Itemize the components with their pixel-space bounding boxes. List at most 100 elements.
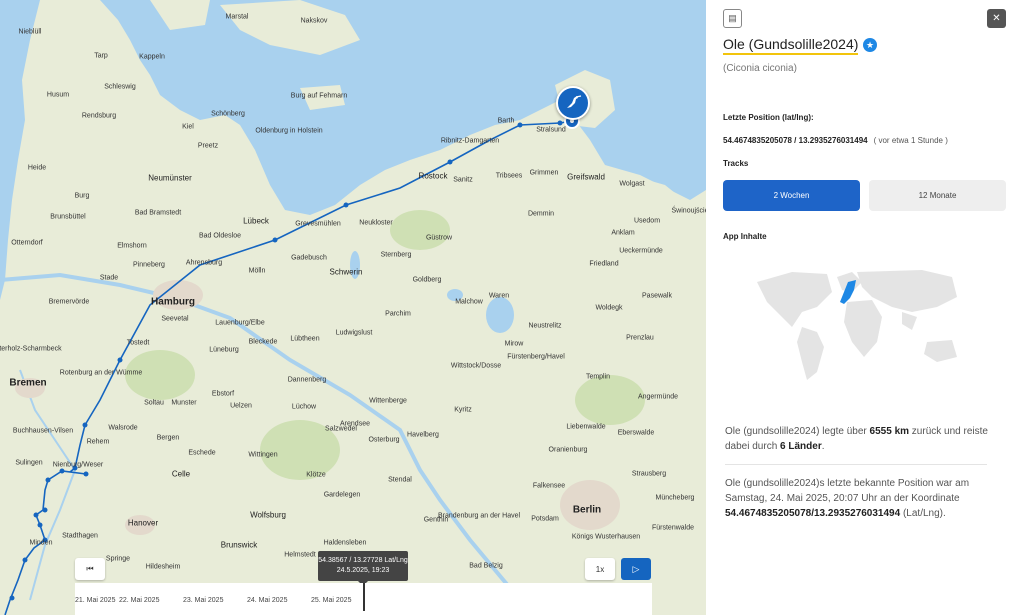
rewind-icon: ⏮ xyxy=(86,564,94,573)
city-label: Neumünster xyxy=(148,173,192,183)
timeline-date: 23. Mai 2025 xyxy=(183,597,224,604)
app-window: Nieblüll Tarp Kappeln Schleswig Husum Rendsbu… xyxy=(0,0,1024,615)
city-label: Müncheberg xyxy=(655,494,695,502)
city-label: Sternberg xyxy=(380,251,412,259)
city-label: Hanover xyxy=(127,518,159,528)
city-label: Preetz xyxy=(197,142,219,150)
city-label: Mölln xyxy=(248,267,266,275)
detail-panel: ▤ ✕ Ole (Gundsolille2024) ★ (Ciconia cic… xyxy=(706,0,1024,615)
city-label: Falkensee xyxy=(532,482,566,490)
scientific-name: (Ciconia ciconia) xyxy=(723,63,797,74)
city-label: Ahrensburg xyxy=(185,259,223,267)
city-label: Fürstenwalde xyxy=(651,524,695,532)
city-label: Rehem xyxy=(86,438,110,446)
forest-ueckermark xyxy=(575,375,645,425)
stork-marker[interactable] xyxy=(556,86,590,120)
city-label: Friedland xyxy=(589,260,619,268)
city-label: Pasewalk xyxy=(642,292,672,300)
city-label: Haldensleben xyxy=(323,539,367,547)
city-label: Buchhausen-Vilsen xyxy=(12,427,74,435)
tab-2-wochen[interactable]: 2 Wochen xyxy=(723,180,860,211)
city-label: Barth xyxy=(497,117,515,125)
city-label: Uelzen xyxy=(230,402,252,410)
city-label: Parchim xyxy=(385,310,411,318)
world-map xyxy=(757,270,957,380)
speed-button[interactable]: 1x xyxy=(585,558,615,580)
city-label: Tribsees xyxy=(495,172,523,180)
city-label: Stralsund xyxy=(536,126,566,134)
star-icon[interactable]: ★ xyxy=(863,38,877,52)
city-label: Hamburg xyxy=(151,296,195,308)
city-label: Husum xyxy=(46,91,70,99)
city-label: Nakskov xyxy=(300,17,328,25)
city-label: Lauenburg/Elbe xyxy=(215,319,265,327)
city-label: Sulingen xyxy=(15,459,43,467)
timeline-date: 22. Mai 2025 xyxy=(119,597,160,604)
city-label: Malchow xyxy=(455,298,483,306)
city-label: Grimmen xyxy=(529,169,559,177)
city-label: Ribnitz-Damgarten xyxy=(440,137,500,145)
city-label: Brunswick xyxy=(220,540,258,550)
city-label: Lüneburg xyxy=(209,346,239,354)
city-label: Sanitz xyxy=(453,176,473,184)
city-label: Templin xyxy=(585,373,611,381)
city-label: Heide xyxy=(27,164,47,172)
city-label: Klötze xyxy=(306,471,326,479)
city-label: Ludwigslust xyxy=(335,329,373,337)
city-label: Brunsbüttel xyxy=(50,213,86,221)
city-label: Gardelegen xyxy=(323,491,361,499)
timeline-cursor[interactable] xyxy=(363,583,365,611)
city-label: Bergen xyxy=(156,434,180,442)
city-label: Mirow xyxy=(504,340,524,348)
stat2-coords: 54.4674835205078/13.2935276031494 xyxy=(725,508,901,519)
city-label: Bad Bramstedt xyxy=(134,209,182,217)
city-label: Tarp xyxy=(94,52,108,60)
tab-12-monate[interactable]: 12 Monate xyxy=(869,180,1006,211)
city-label: Schönberg xyxy=(211,110,245,118)
play-button[interactable]: ▷ xyxy=(621,558,651,580)
stat1-prefix: Ole (gundsolille2024) legte über xyxy=(725,426,870,437)
last-position-label: Letzte Position (lat/lng): xyxy=(723,113,814,122)
city-label: Nienburg/Weser xyxy=(52,461,104,469)
speed-label: 1x xyxy=(595,564,605,574)
city-label: Schleswig xyxy=(104,83,136,91)
city-label: Goldberg xyxy=(412,276,442,284)
city-label: Usedom xyxy=(633,217,661,225)
city-label: Wittenberge xyxy=(369,397,407,405)
city-label: Osterholz-Scharmbeck xyxy=(0,345,62,353)
city-label: Burg auf Fehmarn xyxy=(290,92,348,100)
city-label: Kappeln xyxy=(139,53,165,61)
city-label: Minden xyxy=(29,539,53,547)
timeline-date: 21. Mai 2025 xyxy=(75,597,116,604)
city-label: Pinneberg xyxy=(133,261,165,269)
last-position-ago: ( vor etwa 1 Stunde ) xyxy=(873,136,948,145)
city-label: Soltau xyxy=(144,399,164,407)
stat1-km: 6555 km xyxy=(869,426,910,437)
city-label: Ebstorf xyxy=(211,390,235,398)
document-icon[interactable]: ▤ xyxy=(723,9,742,28)
tooltip-coords: 54.38567 / 13.27728 Lat/Lng xyxy=(318,557,408,564)
city-label: Neustrelitz xyxy=(528,322,562,330)
city-label: Rendsburg xyxy=(81,112,117,120)
city-label: Angermünde xyxy=(637,393,679,401)
stat1-countries: 6 Länder xyxy=(780,441,822,452)
city-label: Wittstock/Dosse xyxy=(450,362,502,370)
timeline-bar[interactable]: 21. Mai 2025 22. Mai 2025 23. Mai 2025 24. … xyxy=(75,583,652,615)
city-label: Prenzlau xyxy=(626,334,654,342)
city-label: Walsrode xyxy=(108,424,138,432)
city-label: Nieblüll xyxy=(18,28,42,36)
city-label: Eberswalde xyxy=(617,429,655,437)
tooltip-datetime: 24.5.2025, 19:23 xyxy=(336,567,390,574)
animal-title: Ole (Gundsolille2024) xyxy=(723,36,859,55)
close-button[interactable]: ✕ xyxy=(987,9,1006,28)
city-label: Bad Belzig xyxy=(469,562,503,570)
city-label: Lübeck xyxy=(243,216,269,226)
city-label: Havelberg xyxy=(407,431,439,439)
city-label: Waren xyxy=(488,292,510,300)
north-sea xyxy=(0,0,40,300)
stork-icon xyxy=(567,95,582,108)
city-label: Fürstenberg/Havel xyxy=(507,353,565,361)
map-view[interactable]: Nieblüll Tarp Kappeln Schleswig Husum Rendsbu… xyxy=(0,0,706,615)
rewind-button[interactable]: ⏮ xyxy=(75,558,105,580)
city-label: Wittingen xyxy=(248,451,278,459)
